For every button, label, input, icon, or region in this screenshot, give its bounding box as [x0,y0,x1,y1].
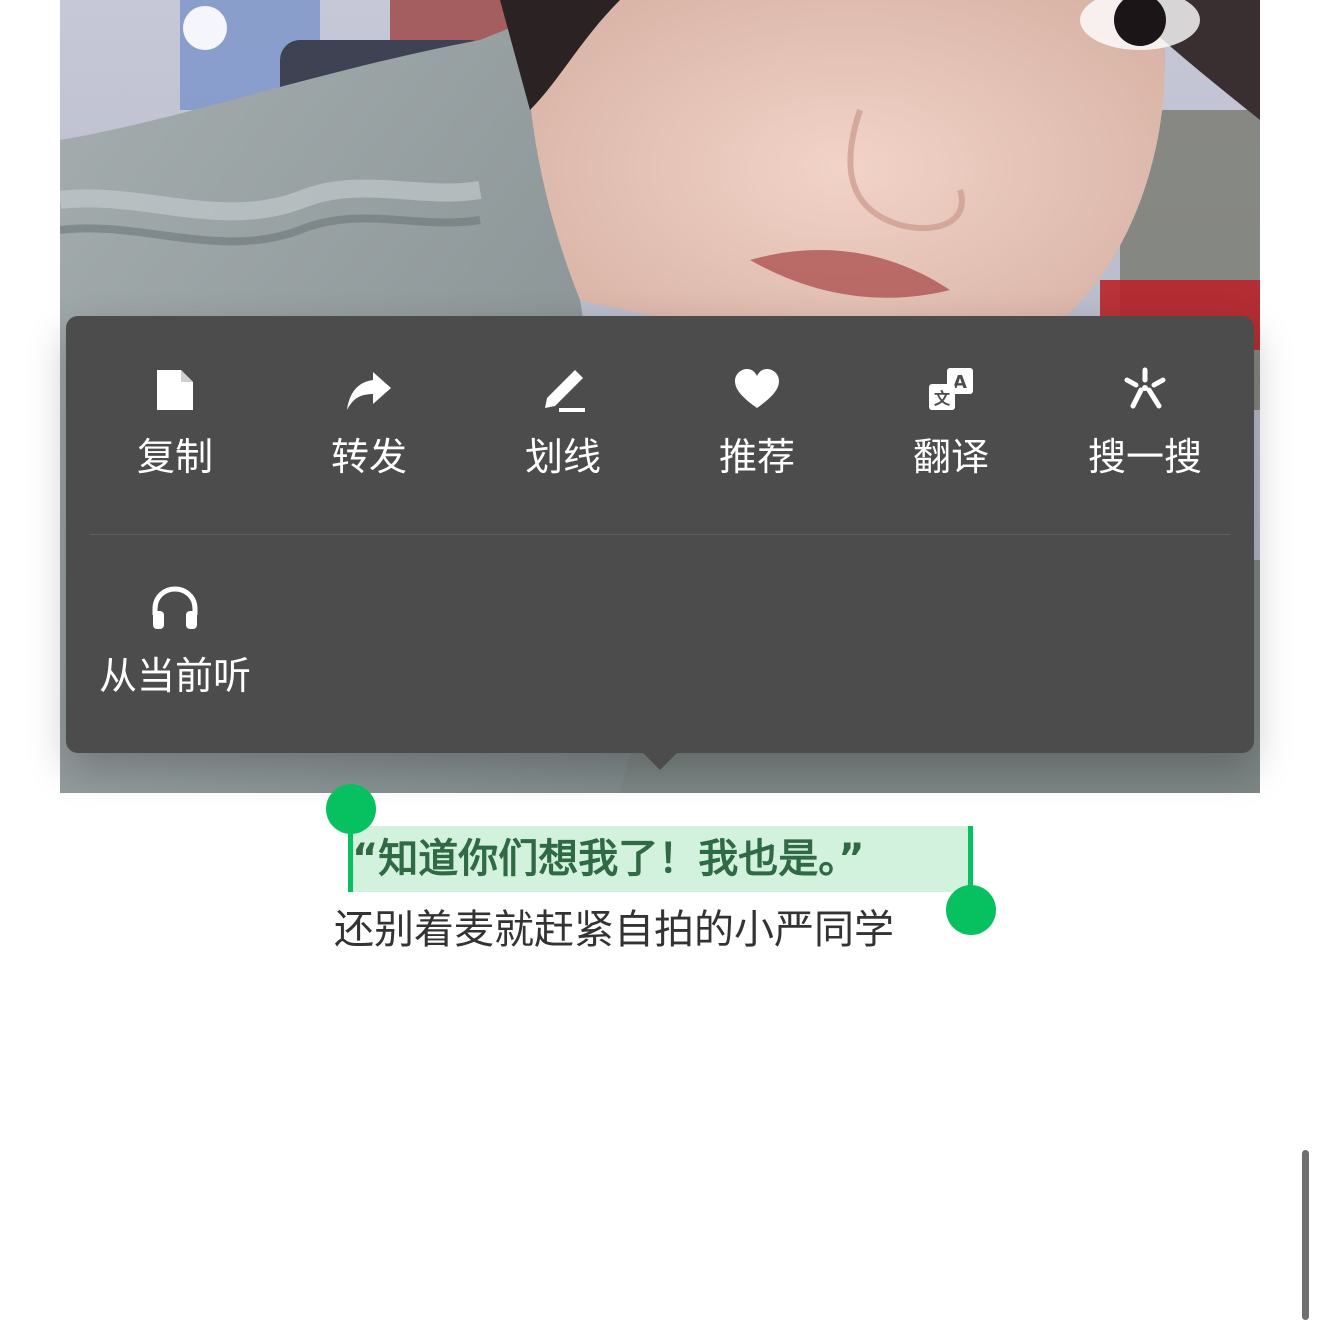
caption-second-line[interactable]: 还别着麦就赶紧自拍的小严同学 [334,900,994,960]
selection-start-bar [348,828,353,892]
translate-icon: A 文 [929,368,973,410]
vertical-scrollbar[interactable] [1302,1150,1309,1320]
menu-item-label: 搜一搜 [1087,435,1202,479]
heart-icon [735,369,779,408]
article-page: 复制 转发 划线 推荐 A 文 翻译 搜一搜 从当前听 “知道你们想我了！我也是… [0,0,1320,1320]
document-icon [157,370,193,410]
menu-row-primary: 复制 转发 划线 推荐 A 文 翻译 搜一搜 [66,316,1254,534]
menu-item-listen-from-here[interactable]: 从当前听 [78,535,272,753]
caption-selected-line[interactable]: “知道你们想我了！我也是。” [352,826,972,892]
share-arrow-icon [347,372,391,410]
pen-underline-icon [545,370,585,412]
svg-text:文: 文 [934,389,951,408]
menu-item-label: 从当前听 [98,654,251,698]
menu-item-search[interactable]: 搜一搜 [1048,316,1242,534]
selection-end-bar [968,826,973,892]
text-action-menu: 复制 转发 划线 推荐 A 文 翻译 搜一搜 从当前听 [66,316,1254,753]
menu-pointer-arrow [642,752,678,770]
headphones-icon [152,586,198,629]
menu-row-secondary: 从当前听 [66,535,1254,753]
menu-item-recommend[interactable]: 推荐 [660,316,854,534]
selection-end-handle[interactable] [946,885,996,935]
menu-item-copy[interactable]: 复制 [78,316,272,534]
menu-item-forward[interactable]: 转发 [272,316,466,534]
svg-text:A: A [953,372,967,393]
search-sparkle-icon [1124,367,1166,409]
menu-item-translate[interactable]: A 文 翻译 [854,316,1048,534]
menu-item-underline[interactable]: 划线 [466,316,660,534]
selection-start-handle[interactable] [326,784,376,834]
